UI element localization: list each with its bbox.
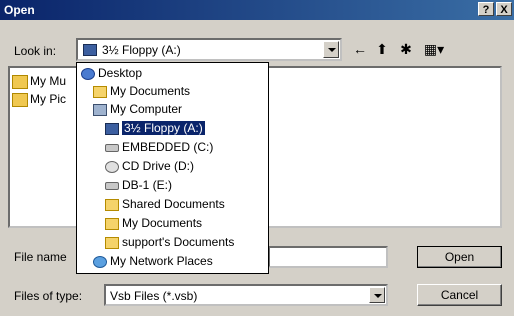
floppy-icon — [105, 122, 119, 135]
file-name-label: File name — [14, 250, 67, 264]
open-button[interactable]: Open — [417, 246, 502, 268]
window-title: Open — [4, 3, 35, 17]
dropdown-item-label: CD Drive (D:) — [122, 159, 194, 173]
drive-icon — [105, 181, 119, 190]
dropdown-item-floppy[interactable]: 3½ Floppy (A:) — [105, 120, 206, 136]
files-of-type-combo[interactable]: Vsb Files (*.vsb) — [104, 284, 388, 306]
dropdown-item-label: Shared Documents — [122, 197, 225, 211]
chevron-down-icon[interactable] — [323, 41, 339, 58]
dropdown-item-label: Desktop — [98, 66, 143, 80]
dropdown-item-desktop[interactable]: Desktop — [81, 65, 142, 81]
close-button[interactable]: X — [496, 2, 512, 16]
look-in-label: Look in: — [14, 44, 57, 58]
folder-icon — [105, 198, 119, 211]
title-bar: Open ? X — [0, 0, 514, 20]
dropdown-item-my-documents[interactable]: My Documents — [93, 83, 190, 99]
folder-icon — [93, 85, 107, 98]
cancel-button[interactable]: Cancel — [417, 284, 502, 306]
dropdown-item-network-places[interactable]: My Network Places — [93, 253, 213, 269]
folder-icon — [105, 236, 119, 249]
dropdown-item-label: support's Documents — [122, 235, 235, 249]
network-icon — [93, 255, 107, 268]
folder-icon — [105, 217, 119, 230]
list-item[interactable]: My Mu — [12, 74, 66, 89]
up-folder-icon[interactable]: ⬆ — [372, 40, 392, 58]
new-folder-icon[interactable]: ✱ — [396, 40, 416, 58]
list-item[interactable]: My Pic — [12, 92, 66, 107]
computer-icon — [93, 103, 107, 116]
files-of-type-label: Files of type: — [14, 289, 83, 303]
dropdown-item-label: My Network Places — [110, 254, 213, 268]
dropdown-item-my-computer[interactable]: My Computer — [93, 101, 182, 117]
dropdown-item-label: DB-1 (E:) — [122, 178, 173, 192]
floppy-icon — [83, 44, 97, 56]
dropdown-item-label: My Documents — [110, 84, 191, 98]
file-name: My Pic — [30, 92, 66, 106]
dropdown-item-label: EMBEDDED (C:) — [122, 140, 214, 154]
dropdown-item-label: My Computer — [110, 102, 183, 116]
folder-icon — [12, 92, 28, 107]
folder-icon — [12, 74, 28, 89]
file-name: My Mu — [30, 74, 66, 88]
files-of-type-value: Vsb Files (*.vsb) — [110, 289, 198, 303]
look-in-combo[interactable]: 3½ Floppy (A:) — [76, 38, 342, 61]
view-menu-icon[interactable]: ▦▾ — [420, 40, 448, 58]
cd-icon — [105, 160, 119, 173]
dropdown-item-cd-drive-d[interactable]: CD Drive (D:) — [105, 158, 194, 174]
dropdown-item-embedded-c[interactable]: EMBEDDED (C:) — [105, 139, 213, 155]
drive-icon — [105, 143, 119, 152]
file-name-field[interactable] — [268, 246, 388, 268]
dropdown-item-support-documents[interactable]: support's Documents — [105, 234, 234, 250]
back-icon[interactable]: ← — [350, 40, 370, 58]
open-dialog: Open ? X Look in: 3½ Floppy (A:) ← ⬆ ✱ ▦… — [0, 0, 514, 316]
help-button[interactable]: ? — [478, 2, 494, 16]
dropdown-item-label: 3½ Floppy (A:) — [121, 120, 206, 136]
dropdown-item-my-documents-2[interactable]: My Documents — [105, 215, 202, 231]
look-in-value: 3½ Floppy (A:) — [102, 43, 181, 57]
desktop-icon — [81, 67, 95, 80]
dropdown-item-db1-e[interactable]: DB-1 (E:) — [105, 177, 172, 193]
dropdown-item-shared-documents[interactable]: Shared Documents — [105, 196, 225, 212]
look-in-dropdown[interactable]: Desktop My Documents My Computer 3½ Flop… — [76, 62, 269, 274]
dropdown-item-label: My Documents — [122, 216, 203, 230]
chevron-down-icon[interactable] — [369, 287, 385, 303]
